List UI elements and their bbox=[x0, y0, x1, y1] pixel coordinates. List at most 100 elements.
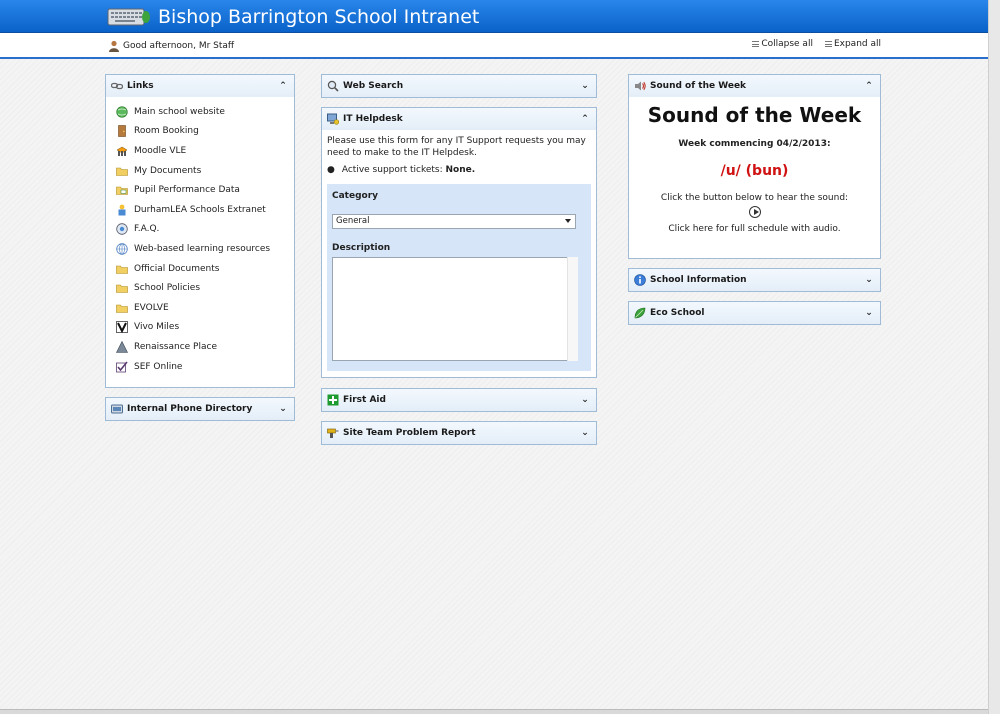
link-label: Pupil Performance Data bbox=[134, 185, 240, 196]
link-item[interactable]: My Documents bbox=[116, 161, 294, 181]
renaissance-icon bbox=[116, 340, 128, 353]
link-label: Room Booking bbox=[134, 126, 199, 137]
user-icon bbox=[109, 40, 119, 52]
category-select[interactable]: General bbox=[332, 213, 576, 229]
sound-prompt: Click the button below to hear the sound… bbox=[660, 193, 849, 203]
expand-all-button[interactable]: Expand all bbox=[824, 39, 881, 49]
sound-of-week-panel-title: Sound of the Week bbox=[650, 81, 747, 91]
expand-chevron-icon[interactable]: ⌄ bbox=[578, 395, 592, 405]
expand-chevron-icon[interactable]: ⌄ bbox=[276, 404, 290, 414]
first-aid-cross-icon bbox=[327, 394, 339, 406]
link-item[interactable]: Vivo Miles bbox=[116, 318, 294, 338]
chain-link-icon bbox=[111, 82, 123, 90]
link-item[interactable]: F.A.Q. bbox=[116, 220, 294, 240]
first-aid-title: First Aid bbox=[343, 395, 386, 405]
link-label: EVOLVE bbox=[134, 302, 169, 313]
link-label: My Documents bbox=[134, 165, 202, 176]
bullet-icon: ● bbox=[327, 165, 335, 176]
link-item[interactable]: DurhamLEA Schools Extranet bbox=[116, 200, 294, 220]
link-item[interactable]: Main school website bbox=[116, 102, 294, 122]
link-label: Moodle VLE bbox=[134, 145, 187, 156]
school-info-header[interactable]: School Information ⌄ bbox=[629, 269, 880, 291]
phone-directory-panel: Internal Phone Directory ⌄ bbox=[105, 397, 295, 421]
category-value: General bbox=[336, 215, 370, 226]
link-label: Main school website bbox=[134, 106, 225, 117]
link-label: Web-based learning resources bbox=[134, 243, 271, 254]
tickets-value: None. bbox=[445, 165, 476, 176]
it-helpdesk-header[interactable]: IT Helpdesk ⌃ bbox=[322, 108, 596, 130]
sound-of-week-heading: Sound of the Week bbox=[647, 103, 862, 127]
eco-school-panel: Eco School ⌄ bbox=[628, 301, 881, 325]
door-icon bbox=[118, 125, 126, 138]
greeting: Good afternoon, Mr Staff bbox=[108, 40, 234, 52]
leaf-icon bbox=[634, 307, 646, 319]
helpdesk-computer-icon bbox=[327, 113, 339, 125]
phone-directory-title: Internal Phone Directory bbox=[127, 404, 253, 414]
school-info-panel: School Information ⌄ bbox=[628, 268, 881, 292]
description-wrapper bbox=[332, 257, 578, 362]
expand-chevron-icon[interactable]: ⌄ bbox=[578, 81, 592, 91]
first-aid-header[interactable]: First Aid ⌄ bbox=[322, 389, 596, 411]
helpdesk-intro: Please use this form for any IT Support … bbox=[327, 136, 586, 158]
extranet-icon bbox=[118, 204, 126, 216]
full-schedule-link[interactable]: Click here for full schedule with audio. bbox=[629, 224, 880, 234]
link-item[interactable]: Moodle VLE bbox=[116, 141, 294, 161]
sound-of-week-header[interactable]: Sound of the Week ⌃ bbox=[629, 75, 880, 97]
link-item[interactable]: School Policies bbox=[116, 278, 294, 298]
folder-icon bbox=[116, 304, 128, 313]
web-search-title: Web Search bbox=[343, 81, 404, 91]
sound-of-week-panel: Sound of the Week ⌃ Sound of the Week We… bbox=[628, 74, 881, 259]
tickets-label: Active support tickets: bbox=[341, 165, 443, 176]
link-item[interactable]: Renaissance Place bbox=[116, 337, 294, 357]
collapse-all-button[interactable]: Collapse all bbox=[752, 39, 813, 49]
links-panel-title: Links bbox=[127, 81, 154, 91]
keyboard-logo-icon bbox=[107, 8, 150, 26]
phone-directory-header[interactable]: Internal Phone Directory ⌄ bbox=[106, 398, 294, 420]
folder-icon bbox=[116, 167, 128, 176]
link-item[interactable]: Pupil Performance Data bbox=[116, 180, 294, 200]
expand-chevron-icon[interactable]: ⌄ bbox=[862, 308, 876, 318]
eco-school-header[interactable]: Eco School ⌄ bbox=[629, 302, 880, 324]
link-item[interactable]: Web-based learning resources bbox=[116, 239, 294, 259]
spreadsheet-icon bbox=[116, 186, 128, 195]
expand-chevron-icon[interactable]: ⌄ bbox=[862, 275, 876, 285]
category-label: Category bbox=[332, 191, 379, 202]
site-team-header[interactable]: Site Team Problem Report ⌄ bbox=[322, 422, 596, 444]
collapse-chevron-icon[interactable]: ⌃ bbox=[578, 114, 592, 124]
active-tickets: ● Active support tickets: None. bbox=[327, 165, 591, 177]
site-title: Bishop Barrington School Intranet bbox=[158, 6, 480, 28]
expand-lines-icon bbox=[824, 41, 832, 47]
expand-chevron-icon[interactable]: ⌄ bbox=[578, 428, 592, 438]
link-item[interactable]: Room Booking bbox=[116, 122, 294, 142]
expand-all-label: Expand all bbox=[833, 39, 881, 49]
web-search-header[interactable]: Web Search ⌄ bbox=[322, 75, 596, 97]
helpdesk-form: Category General Description bbox=[327, 184, 591, 372]
panel-actions: Collapse all Expand all bbox=[752, 39, 881, 49]
textarea-scrollbar[interactable] bbox=[567, 257, 578, 362]
links-panel-header[interactable]: Links ⌃ bbox=[106, 75, 294, 97]
phone-icon bbox=[111, 404, 123, 414]
tickets-text: Active support tickets: None. bbox=[342, 165, 475, 177]
site-team-title: Site Team Problem Report bbox=[343, 428, 476, 438]
play-sound-button[interactable] bbox=[748, 206, 761, 218]
collapse-chevron-icon[interactable]: ⌃ bbox=[862, 81, 876, 91]
collapse-chevron-icon[interactable]: ⌃ bbox=[276, 81, 290, 91]
checkbox-icon bbox=[116, 361, 128, 372]
week-commencing: Week commencing 04/2/2013: bbox=[678, 139, 831, 149]
speaker-icon bbox=[635, 81, 646, 91]
globe-icon bbox=[116, 106, 128, 118]
link-item[interactable]: EVOLVE bbox=[116, 298, 294, 318]
page-scrollbar[interactable] bbox=[988, 0, 1000, 714]
link-label: School Policies bbox=[134, 283, 201, 294]
web-icon bbox=[116, 243, 128, 255]
first-aid-panel: First Aid ⌄ bbox=[321, 388, 597, 412]
link-item[interactable]: SEF Online bbox=[116, 357, 294, 377]
it-helpdesk-panel: IT Helpdesk ⌃ Please use this form for a… bbox=[321, 107, 597, 378]
drill-tool-icon bbox=[327, 428, 339, 438]
collapse-all-label: Collapse all bbox=[761, 39, 813, 49]
description-textarea[interactable] bbox=[332, 257, 578, 362]
user-bar: Good afternoon, Mr Staff Collapse all Ex… bbox=[0, 33, 988, 59]
link-item[interactable]: Official Documents bbox=[116, 259, 294, 279]
moodle-icon bbox=[116, 146, 128, 156]
folder-icon bbox=[116, 284, 128, 293]
